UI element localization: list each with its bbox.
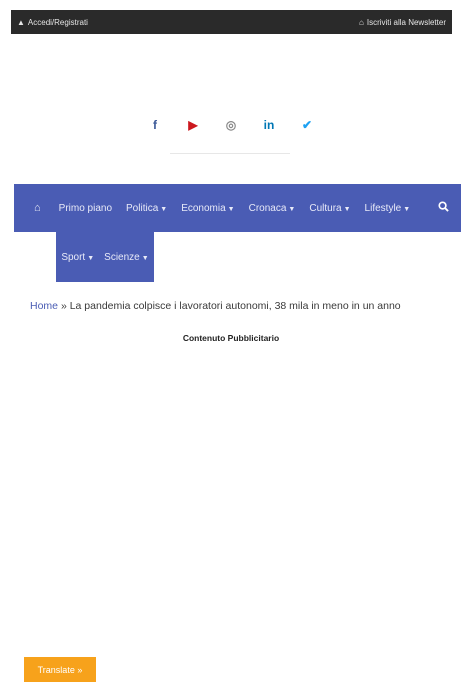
breadcrumb: Home » La pandemia colpisce i lavoratori… [30, 300, 401, 312]
breadcrumb-separator: » [60, 300, 67, 312]
newsletter-link[interactable]: ⌂ Iscriviti alla Newsletter [359, 18, 446, 27]
main-nav: ⌂ Primo piano Politica ▼ Economia ▼ Cronaca ▼ C… [14, 184, 461, 232]
chevron-down-icon: ▼ [141, 254, 149, 262]
chevron-down-icon: ▼ [288, 205, 296, 213]
nav-item-politica[interactable]: Politica ▼ [126, 203, 167, 214]
translate-label: Translate [37, 664, 75, 675]
breadcrumb-home-link[interactable]: Home [30, 300, 58, 312]
nav-home-icon[interactable]: ⌂ [34, 202, 41, 214]
nav-item-scienze[interactable]: Scienze ▼ [104, 252, 149, 263]
nav-item-label: Economia [181, 202, 226, 214]
translate-arrow: » [77, 664, 83, 675]
translate-button[interactable]: Translate » [24, 657, 96, 682]
newsletter-label: Iscriviti alla Newsletter [366, 17, 446, 27]
chevron-down-icon: ▼ [343, 205, 351, 213]
nav-item-lifestyle[interactable]: Lifestyle ▼ [365, 203, 411, 214]
nav-item-label: Lifestyle [364, 202, 402, 214]
nav-item-economia[interactable]: Economia ▼ [181, 203, 234, 214]
nav-item-cronaca[interactable]: Cronaca ▼ [249, 203, 296, 214]
breadcrumb-current: La pandemia colpisce i lavoratori autono… [69, 300, 401, 312]
facebook-icon[interactable]: f [149, 118, 161, 132]
nav-item-primo-piano[interactable]: Primo piano [59, 203, 112, 214]
top-bar: ▲ Accedi/Registrati ⌂ Iscriviti alla New… [11, 10, 452, 34]
login-label: Accedi/Registrati [27, 17, 88, 27]
home-icon: ⌂ [359, 17, 364, 27]
social-links: f ▶ ◎ in ✔ [0, 118, 462, 132]
nav-items: Primo piano Politica ▼ Economia ▼ Cronaca ▼ Cul… [59, 203, 425, 214]
search-icon[interactable] [438, 201, 449, 215]
chevron-down-icon: ▼ [403, 205, 411, 213]
nav-item-label: Sport [61, 251, 86, 263]
nav-item-sport[interactable]: Sport ▼ [61, 252, 94, 263]
chevron-down-icon: ▼ [87, 254, 95, 262]
divider [170, 153, 290, 154]
nav-item-label: Politica [126, 202, 159, 214]
chevron-down-icon: ▼ [227, 205, 235, 213]
login-link[interactable]: ▲ Accedi/Registrati [17, 18, 88, 27]
twitter-icon[interactable]: ✔ [301, 118, 313, 132]
chevron-down-icon: ▼ [160, 205, 168, 213]
nav-item-label: Cultura [309, 202, 342, 214]
ad-label: Contenuto Pubblicitario [182, 333, 280, 343]
nav-item-cultura[interactable]: Cultura ▼ [309, 203, 350, 214]
user-icon: ▲ [17, 17, 25, 27]
nav-item-label: Cronaca [248, 202, 287, 214]
instagram-icon[interactable]: ◎ [225, 118, 237, 132]
nav-item-label: Primo piano [58, 202, 113, 214]
nav-overflow: Sport ▼ Scienze ▼ [56, 232, 154, 282]
youtube-icon[interactable]: ▶ [187, 118, 199, 132]
nav-item-label: Scienze [104, 251, 140, 263]
linkedin-icon[interactable]: in [263, 118, 275, 132]
